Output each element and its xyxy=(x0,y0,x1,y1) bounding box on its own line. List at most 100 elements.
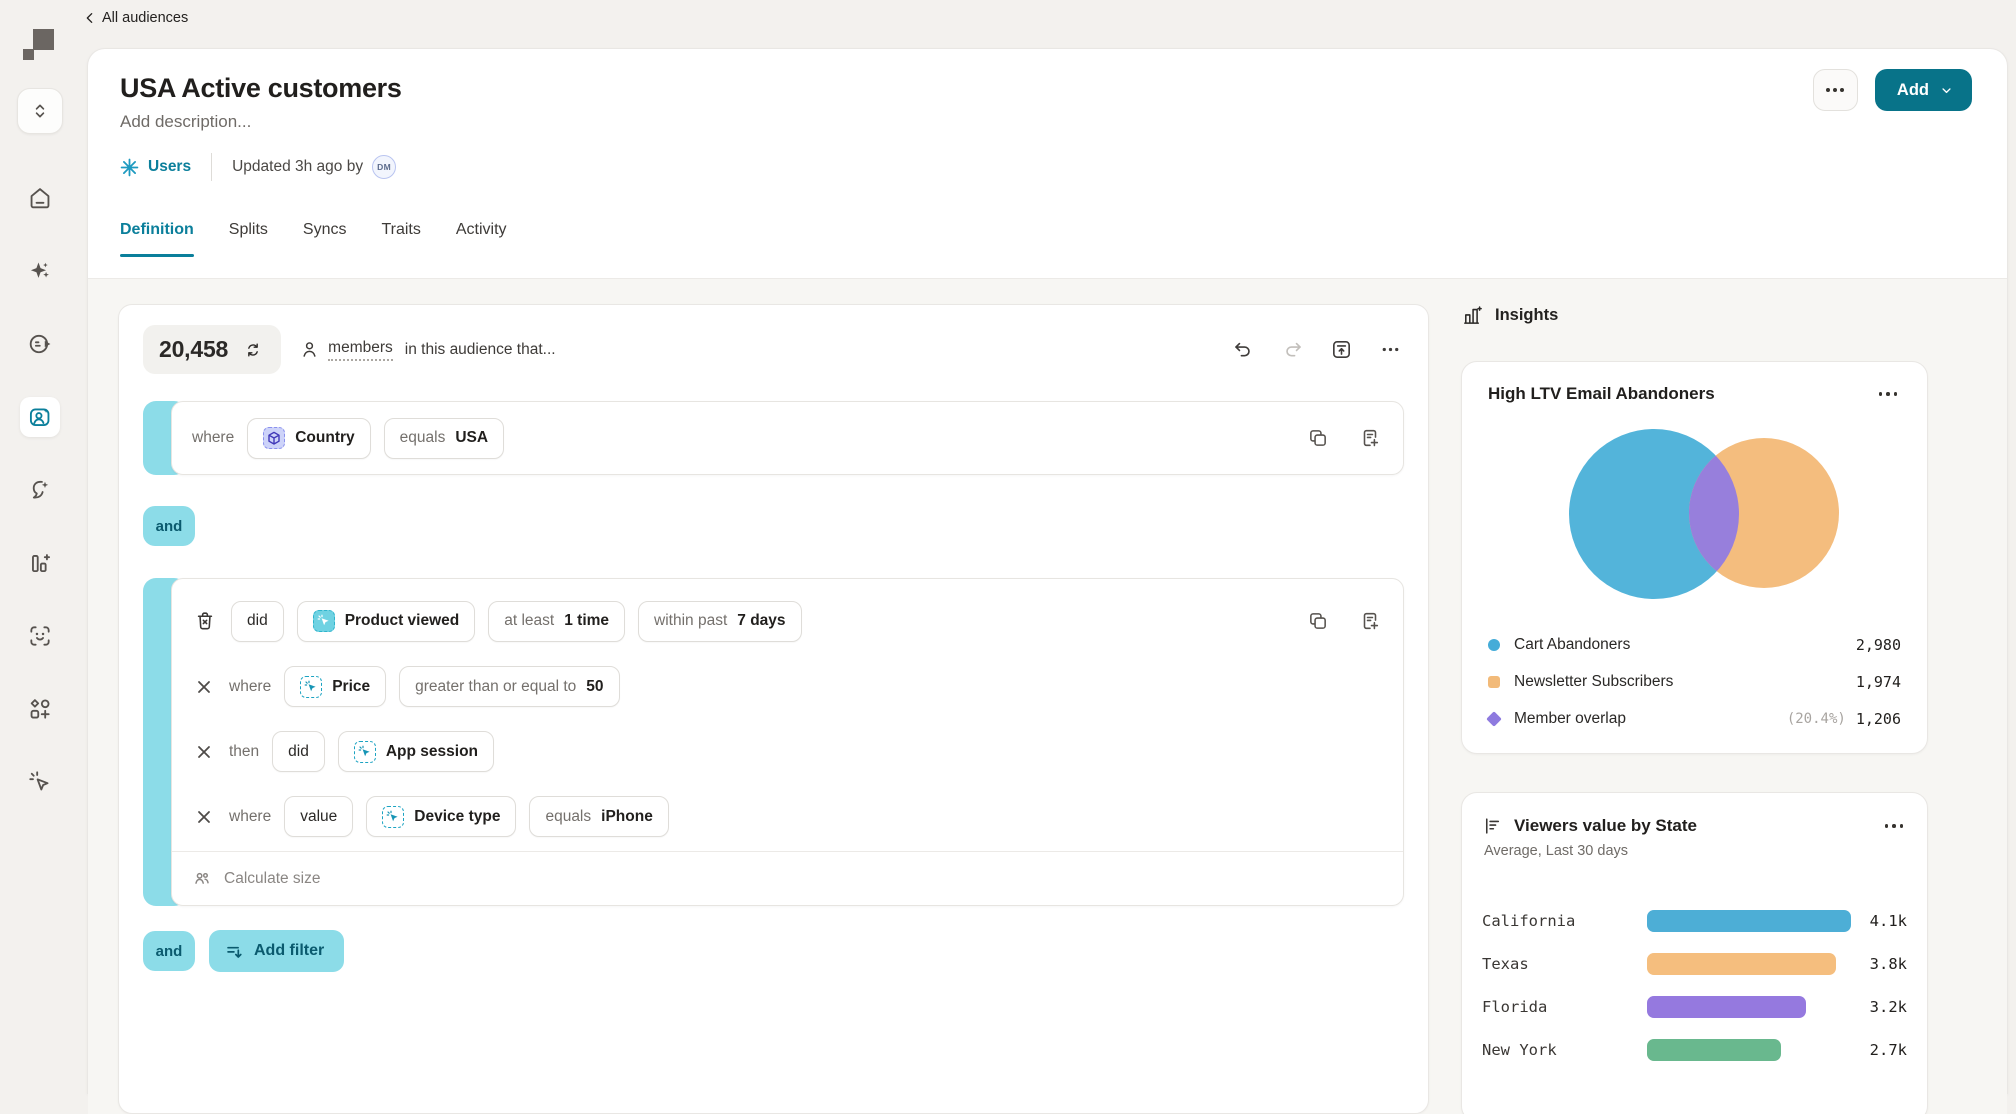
value-chip[interactable]: value xyxy=(284,796,353,837)
frequency-chip[interactable]: at least 1 time xyxy=(488,601,625,642)
person-icon xyxy=(299,339,320,360)
sidebar-item-integrations[interactable] xyxy=(20,689,60,729)
traits-icon xyxy=(27,477,53,503)
did-label: did xyxy=(288,743,309,761)
tab-splits[interactable]: Splits xyxy=(229,221,268,257)
sidebar-item-ai[interactable] xyxy=(20,251,60,291)
tab-traits[interactable]: Traits xyxy=(381,221,420,257)
save-template-button[interactable] xyxy=(1328,336,1355,363)
duplicate-condition-button[interactable] xyxy=(1305,425,1331,451)
operator-value: USA xyxy=(455,429,488,447)
legend-label: Newsletter Subscribers xyxy=(1514,673,1673,691)
refresh-count-button[interactable] xyxy=(241,338,265,362)
did-chip[interactable]: did xyxy=(231,601,284,642)
and-connector-bottom[interactable]: and xyxy=(143,931,195,971)
bar-value: 2.7k xyxy=(1870,1041,1907,1059)
tab-syncs[interactable]: Syncs xyxy=(303,221,347,257)
chip-label: Price xyxy=(332,678,370,696)
sidebar-item-actions[interactable] xyxy=(20,762,60,802)
duplicate-condition-button[interactable] xyxy=(1305,608,1331,634)
save-as-note-button[interactable] xyxy=(1357,608,1383,634)
legend-row: Cart Abandoners 2,980 xyxy=(1488,626,1901,663)
dot xyxy=(1826,88,1830,92)
bar-row: New York 2.7k xyxy=(1482,1028,1907,1071)
workspace-switcher[interactable] xyxy=(17,88,63,134)
description-placeholder[interactable]: Add description... xyxy=(120,112,251,132)
add-filter-button[interactable]: Add filter xyxy=(209,930,344,972)
bar-chart: California 4.1k Texas 3.8k Florida 3.2k xyxy=(1482,899,1907,1071)
integrations-icon xyxy=(27,696,53,722)
breadcrumb-back[interactable]: All audiences xyxy=(82,10,188,26)
header-more-button[interactable] xyxy=(1813,69,1858,111)
operator-value: iPhone xyxy=(601,808,653,826)
meta-row: Users Updated 3h ago by DM xyxy=(120,152,396,182)
event-cursor-icon xyxy=(354,741,376,763)
legend-label: Member overlap xyxy=(1514,710,1626,728)
bars-card-more-button[interactable] xyxy=(1881,820,1908,832)
operator-chip-equals-iphone[interactable]: equals iPhone xyxy=(529,796,668,837)
operator-text: greater than or equal to xyxy=(415,678,576,696)
delete-group-button[interactable] xyxy=(192,608,218,634)
time-window-chip[interactable]: within past 7 days xyxy=(638,601,802,642)
journeys-icon xyxy=(27,331,53,357)
insight-card-bars: Viewers value by State Average, Last 30 … xyxy=(1461,792,1928,1114)
audience-builder-panel: 20,458 members in this audience that xyxy=(118,304,1429,1114)
and-connector[interactable]: and xyxy=(143,506,195,546)
property-chip-price[interactable]: Price xyxy=(284,666,386,707)
tab-definition[interactable]: Definition xyxy=(120,221,194,257)
operator-chip-gte-50[interactable]: greater than or equal to 50 xyxy=(399,666,619,707)
operator-chip-equals-usa[interactable]: equals USA xyxy=(384,418,504,459)
event-cursor-icon xyxy=(300,676,322,698)
event-chip-app-session[interactable]: App session xyxy=(338,731,494,772)
ellipsis-icon xyxy=(1379,338,1402,361)
sidebar-item-analytics[interactable] xyxy=(20,543,60,583)
page-title[interactable]: USA Active customers xyxy=(120,73,402,104)
remove-condition-button[interactable] xyxy=(192,675,216,699)
legend-row: Newsletter Subscribers 1,974 xyxy=(1488,663,1901,700)
updated-text: Updated 3h ago by xyxy=(232,158,363,176)
property-chip-country[interactable]: Country xyxy=(247,418,370,459)
value-label: value xyxy=(300,808,337,826)
tab-activity[interactable]: Activity xyxy=(456,221,507,257)
sidebar-item-audiences[interactable] xyxy=(20,397,60,437)
bar-texas xyxy=(1647,953,1836,975)
x-icon xyxy=(194,742,214,762)
save-as-note-button[interactable] xyxy=(1357,425,1383,451)
row-prefix: where xyxy=(229,678,271,696)
calculate-size-button[interactable]: Calculate size xyxy=(172,851,1403,905)
sidebar-item-traits[interactable] xyxy=(20,470,60,510)
condition-group-1: where Country equals xyxy=(143,401,1404,475)
event-chip-product-viewed[interactable]: Product viewed xyxy=(297,601,476,642)
undo-button[interactable] xyxy=(1230,336,1257,363)
members-link[interactable]: members xyxy=(328,339,393,361)
remove-condition-button[interactable] xyxy=(192,805,216,829)
property-chip-device-type[interactable]: Device type xyxy=(366,796,516,837)
bar-label: Texas xyxy=(1482,955,1647,973)
bar-label: California xyxy=(1482,912,1647,930)
venn-card-more-button[interactable] xyxy=(1875,388,1902,400)
sidebar-item-identity[interactable] xyxy=(20,616,60,656)
did-chip[interactable]: did xyxy=(272,731,325,772)
add-button[interactable]: Add xyxy=(1875,69,1972,111)
funnel-chart-icon xyxy=(1482,815,1504,837)
builder-more-button[interactable] xyxy=(1377,336,1404,363)
breadcrumb-label: All audiences xyxy=(102,10,188,26)
did-label: did xyxy=(247,612,268,630)
bar-row: California 4.1k xyxy=(1482,899,1907,942)
bar-value: 3.8k xyxy=(1870,955,1907,973)
redo-icon xyxy=(1281,338,1304,361)
sidebar-item-home[interactable] xyxy=(20,178,60,218)
window-text: within past xyxy=(654,612,727,630)
entity-users-link[interactable]: Users xyxy=(120,158,191,177)
legend-label: Cart Abandoners xyxy=(1514,636,1630,654)
bar-new-york xyxy=(1647,1039,1781,1061)
add-button-label: Add xyxy=(1897,81,1929,100)
dot xyxy=(1833,88,1837,92)
sidebar xyxy=(0,88,80,802)
redo-button[interactable] xyxy=(1279,336,1306,363)
logo-square-big xyxy=(33,29,54,50)
sidebar-item-journeys[interactable] xyxy=(20,324,60,364)
remove-condition-button[interactable] xyxy=(192,740,216,764)
audiences-icon xyxy=(27,404,53,430)
chip-label: Device type xyxy=(414,808,500,826)
